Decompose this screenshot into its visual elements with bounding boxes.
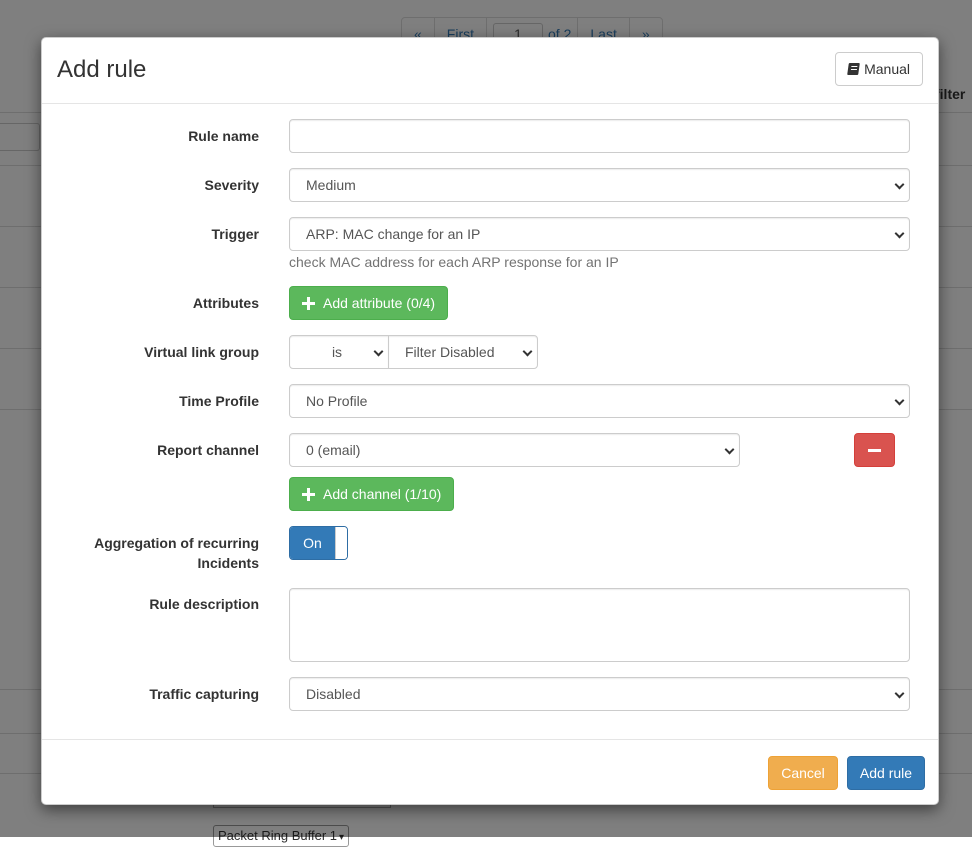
chevron-down-icon [373,346,384,357]
trigger-select[interactable]: ARP: MAC change for an IP [289,217,910,251]
modal-title: Add rule [57,56,147,83]
time-profile-select[interactable]: No Profile [289,384,910,418]
add-channel-label: Add channel (1/10) [323,486,442,502]
toggle-handle [335,527,347,559]
add-attribute-button[interactable]: Add attribute (0/4) [289,286,449,320]
plus-icon [302,296,315,310]
modal-footer: Cancel Add rule [42,739,938,804]
remove-channel-button[interactable] [854,433,895,467]
severity-value: Medium [306,177,356,193]
add-attribute-label: Add attribute (0/4) [323,295,436,311]
time-profile-label: Time Profile [179,393,259,409]
aggregation-label-line1: Aggregation of recurring [94,535,259,551]
rule-description-textarea[interactable] [289,588,910,662]
traffic-capturing-label: Traffic capturing [149,686,259,702]
trigger-help-text: check MAC address for each ARP response … [289,254,619,270]
toggle-on-label: On [290,527,335,559]
chevron-down-icon [894,395,905,406]
virtual-link-operator-select[interactable]: is [289,335,389,369]
aggregation-toggle[interactable]: On [289,526,348,560]
rule-name-input[interactable] [289,119,910,153]
report-channel-select[interactable]: 0 (email) [289,433,740,467]
chevron-down-icon [894,179,905,190]
trigger-value: ARP: MAC change for an IP [306,226,481,242]
modal-body: Rule name Severity Medium Trigger ARP: M… [42,104,938,740]
manual-button[interactable]: Manual [835,52,923,86]
chevron-down-icon [894,228,905,239]
chevron-down-icon [724,444,735,455]
chevron-down-icon [522,346,533,357]
report-channel-label: Report channel [157,442,259,458]
aggregation-label: Aggregation of recurring Incidents [42,533,259,573]
minus-icon [868,448,881,452]
aggregation-label-line2: Incidents [197,555,259,571]
severity-select[interactable]: Medium [289,168,910,202]
modal-header: Add rule Manual [42,38,938,104]
rule-description-label: Rule description [149,596,259,612]
chevron-down-icon [894,688,905,699]
virtual-link-operator-value: is [331,344,343,360]
plus-icon [302,487,315,501]
trigger-label: Trigger [211,226,259,242]
attributes-label: Attributes [192,295,259,311]
add-rule-modal: Add rule Manual Rule name Severity Mediu… [41,37,939,805]
manual-button-label: Manual [864,61,910,77]
rule-name-label: Rule name [188,128,259,144]
traffic-capturing-select[interactable]: Disabled [289,677,910,711]
severity-label: Severity [204,177,259,193]
virtual-link-filter-value: Filter Disabled [405,344,495,360]
report-channel-value: 0 (email) [306,442,361,458]
traffic-capturing-value: Disabled [306,686,361,702]
time-profile-value: No Profile [306,393,368,409]
cancel-button[interactable]: Cancel [768,756,838,790]
book-icon [847,63,860,75]
virtual-link-group-label: Virtual link group [144,344,259,360]
add-channel-button[interactable]: Add channel (1/10) [289,477,455,511]
add-rule-button[interactable]: Add rule [847,756,925,790]
virtual-link-filter-select[interactable]: Filter Disabled [388,335,538,369]
